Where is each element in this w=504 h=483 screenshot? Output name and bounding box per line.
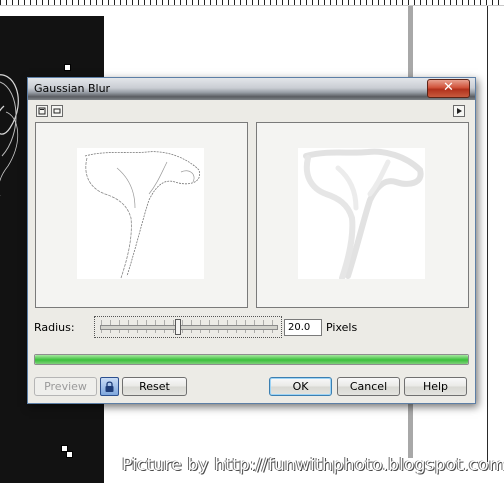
slider-thumb[interactable] xyxy=(175,319,181,335)
sharp-drawing xyxy=(84,151,201,279)
progress-fill xyxy=(35,355,468,364)
cancel-button[interactable]: Cancel xyxy=(337,377,400,396)
progress-bar xyxy=(34,354,469,365)
dialog-title: Gaussian Blur xyxy=(34,82,111,95)
watermark-caption: Picture by http://funwithphoto.blogspot.… xyxy=(122,455,504,475)
radius-input[interactable] xyxy=(284,319,322,336)
top-ruler xyxy=(0,0,504,6)
selection-handle-top[interactable] xyxy=(64,64,71,71)
lock-toggle-button[interactable] xyxy=(100,377,119,396)
help-button[interactable]: Help xyxy=(404,377,467,396)
blurred-image xyxy=(298,148,425,281)
gaussian-blur-dialog: Gaussian Blur ✕ Radius: 20.0 Pixels Prev… xyxy=(27,77,476,404)
preview-button[interactable]: Preview xyxy=(34,377,97,396)
original-preview-pane[interactable] xyxy=(35,122,248,308)
ok-button[interactable]: OK xyxy=(269,377,332,396)
close-button[interactable]: ✕ xyxy=(427,79,470,98)
lock-icon xyxy=(105,381,114,392)
play-arrow-icon xyxy=(457,108,462,114)
title-bar[interactable]: Gaussian Blur ✕ xyxy=(28,78,475,100)
reset-button[interactable]: Reset xyxy=(122,377,187,396)
canvas-edge xyxy=(487,6,488,462)
window-single-icon xyxy=(53,108,61,114)
radius-slider[interactable] xyxy=(94,316,282,338)
blurred-preview-pane[interactable] xyxy=(256,122,469,308)
view-preview-button[interactable] xyxy=(51,105,63,117)
blurred-drawing xyxy=(303,148,424,281)
units-label: Pixels xyxy=(326,321,358,334)
close-icon: ✕ xyxy=(443,80,454,95)
slider-track xyxy=(100,325,278,330)
original-image xyxy=(77,148,204,279)
selection-handle-bottom-right[interactable] xyxy=(66,451,73,458)
window-icon xyxy=(38,107,46,115)
view-original-button[interactable] xyxy=(36,105,48,117)
options-button[interactable] xyxy=(453,105,465,117)
radius-label: Radius: xyxy=(34,321,75,334)
